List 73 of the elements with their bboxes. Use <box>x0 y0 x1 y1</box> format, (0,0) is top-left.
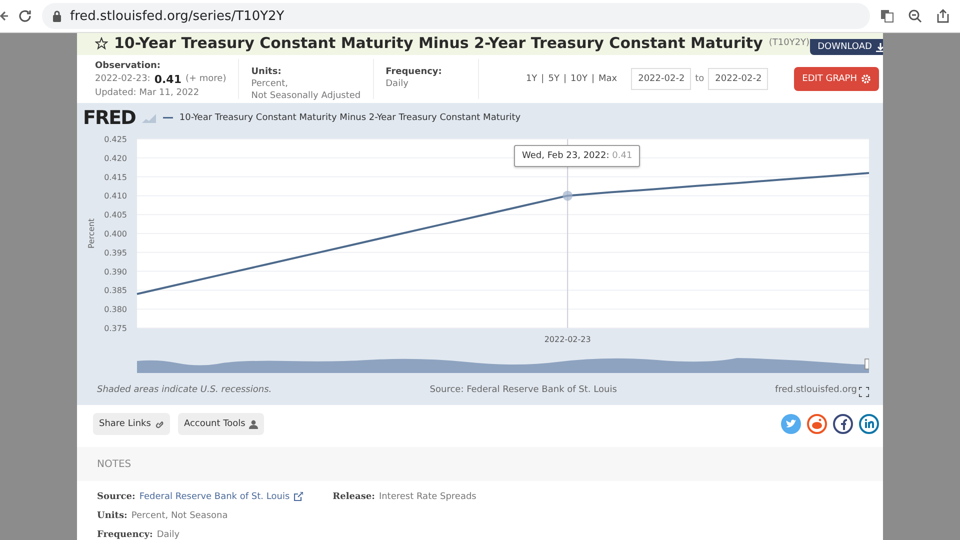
zoom-out-icon[interactable] <box>908 9 922 23</box>
note-label: Units: <box>97 510 128 520</box>
external-link-icon[interactable] <box>294 492 303 501</box>
units-value: Not Seasonally Adjusted <box>251 91 361 101</box>
observation-date: 2022-02-23: <box>95 74 150 84</box>
start-date-field[interactable]: 2022-02-2 <box>631 68 692 90</box>
back-arrow-icon[interactable] <box>0 9 8 23</box>
y-tick-label: 0.405 <box>104 210 127 220</box>
frequency-value: Daily <box>386 79 410 89</box>
gear-icon <box>861 74 871 84</box>
y-tick-label: 0.400 <box>104 230 127 238</box>
range-link[interactable]: 5Y <box>548 74 560 84</box>
series-title: 10-Year Treasury Constant Maturity Minus 2-Year Treasury Constant Maturity <box>114 34 763 52</box>
star-icon[interactable] <box>95 36 108 50</box>
logo-text: FRED <box>83 107 136 129</box>
download-button[interactable]: DOWNLOAD <box>810 39 883 55</box>
field-label: Units: <box>251 67 282 77</box>
download-icon <box>876 42 883 52</box>
y-tick-label: 0.420 <box>104 154 127 163</box>
lock-icon <box>52 10 62 22</box>
note-label: Source: <box>97 492 136 502</box>
range-link[interactable]: 10Y <box>570 74 588 84</box>
y-tick-label: 0.415 <box>104 172 127 182</box>
y-tick-label: 0.395 <box>104 248 127 258</box>
y-tick-label: 0.410 <box>104 192 127 201</box>
updated-date: Updated: Mar 11, 2022 <box>95 88 200 98</box>
site-text: fred.stlouisfed.org <box>775 385 857 395</box>
legend-line-icon <box>163 116 174 120</box>
field-label: Frequency: <box>386 67 443 77</box>
units-value: Percent, <box>251 79 289 89</box>
note-link[interactable]: Federal Reserve Bank of St. Louis <box>139 492 290 502</box>
note-value: Interest Rate Spreads <box>378 492 476 502</box>
observation-value: 0.41 <box>154 72 182 86</box>
range-link[interactable]: Max <box>598 74 618 84</box>
hover-marker <box>562 190 573 201</box>
note-value: Percent, Not Seasona <box>131 510 228 520</box>
edit-graph-button[interactable]: EDIT GRAPH <box>794 67 879 91</box>
person-icon <box>249 420 258 428</box>
source-text: Source: Federal Reserve Bank of St. Louis <box>430 385 617 395</box>
y-tick-label: 0.385 <box>104 286 127 296</box>
to-label: to <box>695 74 704 84</box>
range-link[interactable]: 1Y <box>526 74 538 84</box>
share-icon[interactable] <box>936 9 950 23</box>
share-links-button[interactable]: Share Links <box>93 413 170 435</box>
field-label: Observation: <box>95 60 162 70</box>
note-label: Frequency: <box>97 530 153 540</box>
fullscreen-icon[interactable] <box>859 387 869 397</box>
address-bar[interactable]: fred.stlouisfed.org/series/T10Y2Y <box>42 3 870 29</box>
notes-heading: NOTES <box>77 447 883 481</box>
y-tick-label: 0.375 <box>104 324 127 333</box>
more-link[interactable]: (+ more) <box>185 74 226 84</box>
y-tick-label: 0.380 <box>104 305 127 314</box>
letter-f-icon[interactable] <box>833 414 853 434</box>
tooltip: Wed, Feb 23, 2022: 0.41 <box>514 145 640 167</box>
y-tick-label: 0.425 <box>104 135 127 144</box>
y-tick-label: 0.390 <box>104 267 127 276</box>
note-value: Daily <box>156 530 180 540</box>
series-code: (T10Y2Y) <box>768 38 810 48</box>
url-text: fred.stlouisfed.org/series/T10Y2Y <box>70 8 284 24</box>
recession-note: Shaded areas indicate U.S. recessions. <box>97 385 272 395</box>
range-separator: | <box>541 74 544 84</box>
note-label: Release: <box>332 492 375 502</box>
mini-chart-icon <box>141 112 158 124</box>
letters-in-icon[interactable] <box>859 414 879 434</box>
range-separator: | <box>563 74 566 84</box>
x-tick-label: 2022-02-23 <box>544 335 591 344</box>
end-date-field[interactable]: 2022-02-2 <box>708 68 768 90</box>
account-tools-button[interactable]: Account Tools <box>178 413 264 435</box>
reload-icon[interactable] <box>18 9 32 23</box>
range-separator: | <box>591 74 594 84</box>
y-axis-label: Percent <box>87 218 96 249</box>
legend-label: 10-Year Treasury Constant Maturity Minus 2-Year Treasury Constant Maturity <box>179 113 521 123</box>
link-icon <box>154 420 164 428</box>
